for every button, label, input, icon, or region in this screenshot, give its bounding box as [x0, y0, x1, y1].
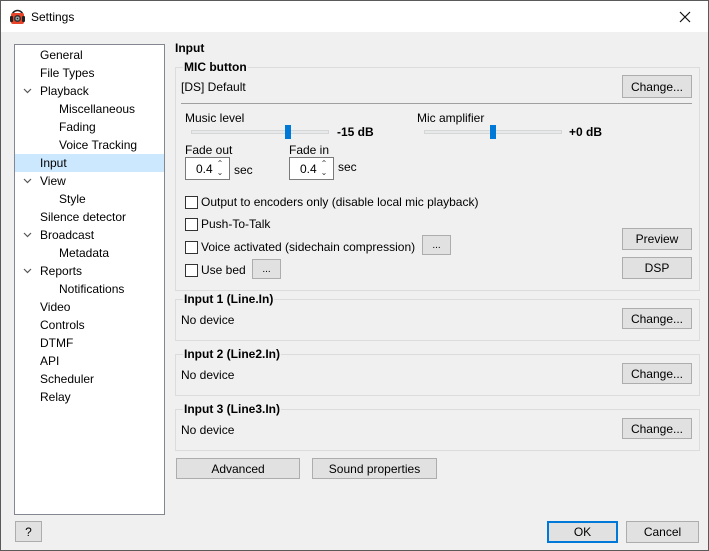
headphones-speaker-icon: [10, 9, 25, 24]
sidebar-item-label: Video: [40, 300, 71, 314]
sidebar-item-voice-tracking[interactable]: Voice Tracking: [15, 136, 164, 154]
sidebar-item-label: Scheduler: [40, 372, 95, 386]
sidebar-item-label: Notifications: [59, 282, 125, 296]
preview-button[interactable]: Preview: [622, 228, 692, 250]
mic-group-legend: MIC button: [183, 60, 248, 74]
sidebar-item-api[interactable]: API: [15, 352, 164, 370]
sidebar-item-metadata[interactable]: Metadata: [15, 244, 164, 262]
music-level-slider-track[interactable]: [191, 130, 329, 134]
mic-change-button[interactable]: Change...: [622, 75, 692, 98]
push-to-talk-checkbox[interactable]: [185, 218, 198, 231]
fade-in-label: Fade in: [289, 143, 330, 157]
sidebar-item-miscellaneous[interactable]: Miscellaneous: [15, 100, 164, 118]
push-to-talk-label[interactable]: Push-To-Talk: [201, 217, 270, 231]
mic-amplifier-value: +0 dB: [569, 125, 603, 139]
sidebar-item-label: Voice Tracking: [59, 138, 138, 152]
settings-window: Settings General File Types Playback Miscel…: [0, 0, 709, 551]
settings-category-tree[interactable]: General File Types Playback Miscellaneous Fa…: [14, 44, 165, 515]
sidebar-item-file-types[interactable]: File Types: [15, 64, 164, 82]
sidebar-item-label: Relay: [40, 390, 71, 404]
sidebar-item-label: DTMF: [40, 336, 74, 350]
dsp-button[interactable]: DSP: [622, 257, 692, 279]
sidebar-item-label: Style: [59, 192, 86, 206]
output-encoders-only-label[interactable]: Output to encoders only (disable local m…: [201, 195, 478, 209]
input-2-change-button[interactable]: Change...: [622, 363, 692, 384]
output-encoders-only-checkbox[interactable]: [185, 196, 198, 209]
input-1-legend: Input 1 (Line.In): [183, 292, 275, 306]
sidebar-item-controls[interactable]: Controls: [15, 316, 164, 334]
input-1-device: No device: [181, 313, 235, 327]
voice-activated-settings-button[interactable]: ...: [422, 235, 451, 255]
sidebar-item-video[interactable]: Video: [15, 298, 164, 316]
fade-in-unit: sec: [338, 160, 357, 174]
sidebar-item-label: View: [40, 174, 66, 188]
sound-properties-button[interactable]: Sound properties: [312, 458, 437, 479]
input-1-change-button[interactable]: Change...: [622, 308, 692, 329]
mic-amplifier-slider-thumb[interactable]: [490, 125, 496, 139]
input-3-change-button[interactable]: Change...: [622, 418, 692, 439]
sidebar-item-label: Input: [40, 156, 67, 170]
music-level-value: -15 dB: [337, 125, 374, 139]
sidebar-item-silence-detector[interactable]: Silence detector: [15, 208, 164, 226]
mic-amplifier-label: Mic amplifier: [417, 111, 485, 125]
fade-out-value[interactable]: 0.4: [196, 162, 213, 176]
chevron-down-icon[interactable]: [23, 227, 33, 245]
music-level-label: Music level: [185, 111, 245, 125]
ok-button[interactable]: OK: [547, 521, 618, 543]
fade-in-spinner[interactable]: 0.4 ⌃ ⌄: [289, 157, 334, 180]
music-level-slider-thumb[interactable]: [284, 125, 291, 139]
sidebar-item-label: Playback: [40, 84, 89, 98]
sidebar-item-input[interactable]: Input: [15, 154, 164, 172]
cancel-button[interactable]: Cancel: [626, 521, 699, 543]
fade-out-label: Fade out: [185, 143, 233, 157]
sidebar-item-label: Metadata: [59, 246, 110, 260]
voice-activated-label[interactable]: Voice activated (sidechain compression): [201, 240, 415, 254]
fade-in-value[interactable]: 0.4: [300, 162, 317, 176]
sidebar-item-fading[interactable]: Fading: [15, 118, 164, 136]
sidebar-item-label: Broadcast: [40, 228, 95, 242]
sidebar-item-broadcast[interactable]: Broadcast: [15, 226, 164, 244]
sidebar-item-style[interactable]: Style: [15, 190, 164, 208]
sidebar-item-label: Controls: [40, 318, 85, 332]
sidebar-item-view[interactable]: View: [15, 172, 164, 190]
spinner-arrows-icon[interactable]: ⌃ ⌄: [319, 159, 329, 177]
sidebar-item-general[interactable]: General: [15, 46, 164, 64]
window-title: Settings: [31, 10, 75, 24]
spinner-arrows-icon[interactable]: ⌃ ⌄: [215, 159, 225, 177]
mic-divider: [181, 103, 692, 104]
use-bed-label[interactable]: Use bed: [201, 263, 246, 277]
fade-out-unit: sec: [234, 163, 253, 177]
input-3-legend: Input 3 (Line3.In): [183, 402, 281, 416]
sidebar-item-label: General: [40, 48, 83, 62]
mic-device-name: [DS] Default: [181, 80, 246, 94]
advanced-button[interactable]: Advanced: [176, 458, 300, 479]
sidebar-item-playback[interactable]: Playback: [15, 82, 164, 100]
sidebar-item-label: API: [40, 354, 60, 368]
chevron-down-icon[interactable]: [23, 83, 33, 101]
sidebar-item-label: Miscellaneous: [59, 102, 136, 116]
page-title: Input: [175, 41, 205, 55]
input-2-legend: Input 2 (Line2.In): [183, 347, 281, 361]
sidebar-item-label: Reports: [40, 264, 83, 278]
use-bed-settings-button[interactable]: ...: [252, 259, 281, 279]
use-bed-checkbox[interactable]: [185, 264, 198, 277]
sidebar-item-label: File Types: [40, 66, 95, 80]
sidebar-item-relay[interactable]: Relay: [15, 388, 164, 406]
input-2-device: No device: [181, 368, 235, 382]
input-3-device: No device: [181, 423, 235, 437]
sidebar-item-label: Fading: [59, 120, 96, 134]
close-button[interactable]: [662, 1, 708, 32]
chevron-down-icon[interactable]: [23, 173, 33, 191]
chevron-down-icon[interactable]: [23, 263, 33, 281]
voice-activated-checkbox[interactable]: [185, 241, 198, 254]
sidebar-item-reports[interactable]: Reports: [15, 262, 164, 280]
sidebar-item-label: Silence detector: [40, 210, 127, 224]
sidebar-item-scheduler[interactable]: Scheduler: [15, 370, 164, 388]
close-icon: [679, 11, 691, 22]
fade-out-spinner[interactable]: 0.4 ⌃ ⌄: [185, 157, 230, 180]
title-bar: Settings: [1, 1, 708, 32]
sidebar-item-dtmf[interactable]: DTMF: [15, 334, 164, 352]
sidebar-item-notifications[interactable]: Notifications: [15, 280, 164, 298]
help-button[interactable]: ?: [15, 521, 42, 542]
